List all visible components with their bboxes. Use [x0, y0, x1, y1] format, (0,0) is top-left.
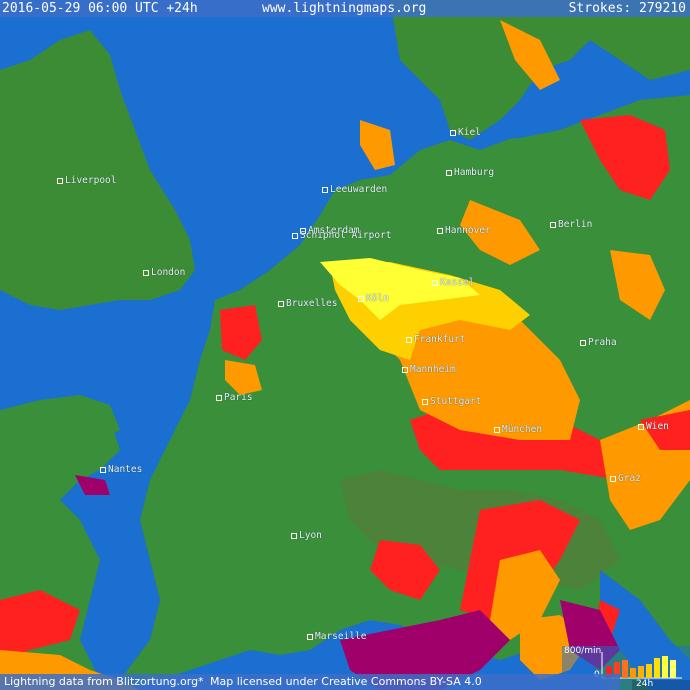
city-label: Bruxelles [286, 298, 338, 309]
city-marseille: Marseille [307, 631, 366, 642]
city-marker-icon [216, 394, 222, 401]
footer-bar: Lightning data from Blitzortung.org * Ma… [0, 674, 620, 690]
footer-separator: * [198, 675, 204, 688]
city-marker-icon [638, 423, 644, 430]
city-label: Liverpool [65, 175, 117, 186]
city-wien: Wien [638, 421, 669, 432]
source-credit[interactable]: Lightning data from Blitzortung.org [4, 674, 198, 690]
city-label: Stuttgart [430, 396, 482, 407]
city-label: Kassel [440, 277, 475, 288]
city-marker-icon [307, 633, 313, 640]
city-marker-icon [446, 169, 452, 176]
city-marker-icon [437, 227, 443, 234]
city-marker-icon [100, 466, 106, 473]
city-label: Berlin [558, 219, 593, 230]
city-marker-icon [291, 532, 297, 539]
city-marker-icon [358, 295, 364, 302]
city-kassel: Kassel [432, 277, 474, 288]
city-marker-icon [494, 426, 500, 433]
city-marker-icon [406, 336, 412, 343]
city-stuttgart: Stuttgart [422, 396, 481, 407]
city-label: Graz [618, 473, 641, 484]
city-hamburg: Hamburg [446, 167, 494, 178]
city-schiphol: Schiphol Airport [292, 230, 392, 241]
datetime-label: 2016-05-29 06:00 UTC +24h [2, 1, 198, 16]
city-nantes: Nantes [100, 464, 142, 475]
city-marker-icon [580, 339, 586, 346]
city-label: Wien [646, 421, 669, 432]
city-berlin: Berlin [550, 219, 592, 230]
city-label: Marseille [315, 631, 367, 642]
city-mannheim: Mannheim [402, 364, 456, 375]
city-marker-icon [278, 300, 284, 307]
city-label: Hamburg [454, 167, 495, 178]
city-label: Schiphol Airport [300, 230, 392, 241]
city-label: Paris [224, 392, 253, 403]
city-london: London [143, 267, 185, 278]
city-liverpool: Liverpool [57, 175, 116, 186]
city-label: Praha [588, 337, 617, 348]
city-label: Frankfurt [414, 334, 466, 345]
city-frankfurt: Frankfurt [406, 334, 465, 345]
lightning-map[interactable]: Liverpool London Leeuwarden Amsterdam Sc… [0, 0, 690, 690]
city-marker-icon [402, 366, 408, 373]
city-kiel: Kiel [450, 127, 481, 138]
city-marker-icon [143, 269, 149, 276]
city-marker-icon [292, 232, 298, 239]
license-credit[interactable]: Map licensed under Creative Commons BY-S… [210, 674, 482, 690]
city-bruxelles: Bruxelles [278, 298, 337, 309]
city-marker-icon [550, 221, 556, 228]
header-bar: 2016-05-29 06:00 UTC +24h www.lightningm… [0, 0, 690, 17]
city-hannover: Hannover [437, 225, 491, 236]
city-marker-icon [610, 475, 616, 482]
city-praha: Praha [580, 337, 617, 348]
city-leeuwarden: Leeuwarden [322, 184, 387, 195]
city-label: London [151, 267, 186, 278]
city-label: Leeuwarden [330, 184, 388, 195]
city-label: München [502, 424, 543, 435]
city-label: Köln [366, 293, 389, 304]
legend-rate-label: 800/min [564, 646, 602, 656]
city-label: Kiel [458, 127, 481, 138]
city-marker-icon [57, 177, 63, 184]
city-marker-icon [422, 398, 428, 405]
city-munchen: München [494, 424, 542, 435]
site-link[interactable]: www.lightningmaps.org [262, 0, 426, 17]
strokes-counter: Strokes: 279210 [568, 1, 686, 16]
city-label: Hannover [445, 225, 491, 236]
city-paris: Paris [216, 392, 253, 403]
city-label: Mannheim [410, 364, 456, 375]
city-label: Lyon [299, 530, 322, 541]
city-koln: Köln [358, 293, 389, 304]
city-marker-icon [322, 186, 328, 193]
city-lyon: Lyon [291, 530, 322, 541]
city-graz: Graz [610, 473, 641, 484]
legend-time-label: 24h [636, 679, 654, 689]
city-label: Nantes [108, 464, 143, 475]
city-marker-icon [450, 129, 456, 136]
city-marker-icon [432, 279, 438, 286]
